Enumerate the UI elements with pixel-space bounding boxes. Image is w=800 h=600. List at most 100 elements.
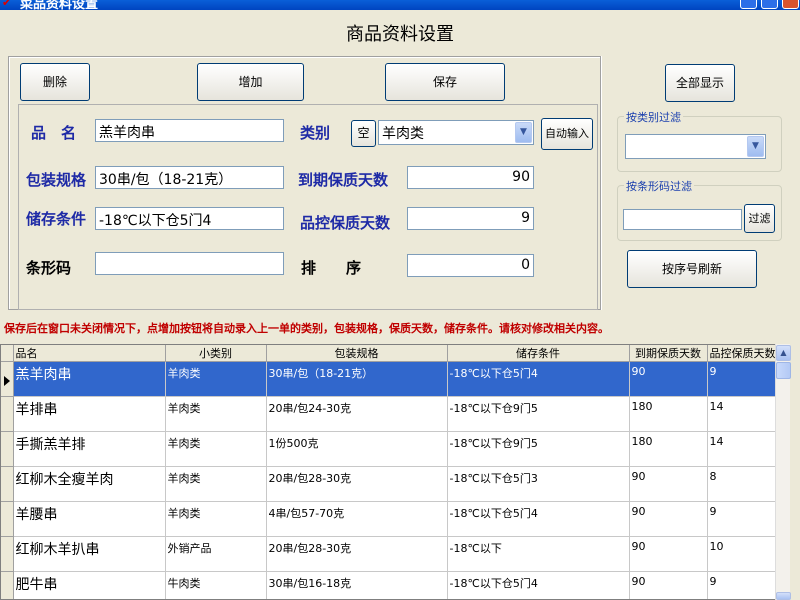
storage-field[interactable]: -18℃以下仓5门4 <box>95 207 284 230</box>
cell-storage[interactable]: -18℃以下仓5门4 <box>447 501 630 537</box>
cell-package[interactable]: 1份500克 <box>266 431 448 467</box>
chevron-down-icon[interactable]: ▼ <box>515 122 532 143</box>
cell-expiry[interactable]: 180 <box>629 431 708 467</box>
expiry-days-field[interactable]: 90 <box>407 166 534 189</box>
cell-qc[interactable]: 8 <box>707 466 779 502</box>
table-row[interactable]: 手撕羔羊排 羊肉类 1份500克 -18℃以下仓9门5 180 14 <box>1 431 779 467</box>
cell-storage[interactable]: -18℃以下仓5门4 <box>447 361 630 397</box>
column-header-name[interactable]: 品名 <box>13 345 166 362</box>
table-row[interactable]: 红柳木羊扒串 外销产品 20串/包28-30克 -18℃以下 90 10 <box>1 536 779 572</box>
cell-storage[interactable]: -18℃以下仓9门5 <box>447 396 630 432</box>
cell-storage[interactable]: -18℃以下仓5门4 <box>447 571 630 599</box>
cell-expiry[interactable]: 90 <box>629 571 708 599</box>
cell-package[interactable]: 30串/包（18-21克） <box>266 361 448 397</box>
form-title: 商品资料设置 <box>346 24 454 45</box>
row-selector[interactable] <box>1 396 14 432</box>
cell-category[interactable]: 羊肉类 <box>165 501 267 537</box>
current-row-arrow-icon <box>4 376 10 386</box>
sort-field[interactable]: 0 <box>407 254 534 277</box>
close-button[interactable] <box>782 0 799 9</box>
add-button[interactable]: 增加 <box>197 63 304 101</box>
auto-input-button[interactable]: 自动输入 <box>541 118 593 150</box>
row-selector[interactable] <box>1 571 14 599</box>
cell-category[interactable]: 羊肉类 <box>165 361 267 397</box>
cell-name[interactable]: 手撕羔羊排 <box>13 431 166 467</box>
cell-name[interactable]: 红柳木羊扒串 <box>13 536 166 572</box>
grid-vertical-scrollbar[interactable]: ▲ <box>775 344 791 600</box>
cell-name[interactable]: 肥牛串 <box>13 571 166 599</box>
row-selector[interactable] <box>1 466 14 502</box>
category-clear-button[interactable]: 空 <box>351 120 376 147</box>
cell-storage[interactable]: -18℃以下 <box>447 536 630 572</box>
row-selector[interactable] <box>1 536 14 572</box>
cell-qc[interactable]: 14 <box>707 431 779 467</box>
table-row[interactable]: 红柳木全瘦羊肉 羊肉类 20串/包28-30克 -18℃以下仓5门3 90 8 <box>1 466 779 502</box>
cell-qc[interactable]: 9 <box>707 501 779 537</box>
cell-name[interactable]: 羊排串 <box>13 396 166 432</box>
expiry-days-label: 到期保质天数 <box>298 171 389 189</box>
cell-package[interactable]: 20串/包28-30克 <box>266 466 448 502</box>
table-row[interactable]: 羊腰串 羊肉类 4串/包57-70克 -18℃以下仓5门4 90 9 <box>1 501 779 537</box>
minimize-button[interactable] <box>740 0 757 9</box>
cell-package[interactable]: 4串/包57-70克 <box>266 501 448 537</box>
cell-expiry[interactable]: 90 <box>629 361 708 397</box>
cell-expiry[interactable]: 180 <box>629 396 708 432</box>
qc-days-field[interactable]: 9 <box>407 207 534 230</box>
data-grid[interactable]: 品名 小类别 包装规格 储存条件 到期保质天数 品控保质天数 羔羊肉串 羊肉类 … <box>0 344 790 600</box>
row-selector[interactable] <box>1 361 14 397</box>
filter-barcode-legend: 按条形码过滤 <box>624 178 694 194</box>
table-row[interactable]: 羊排串 羊肉类 20串/包24-30克 -18℃以下仓9门5 180 14 <box>1 396 779 432</box>
scroll-thumb[interactable] <box>776 362 791 379</box>
filter-barcode-field[interactable] <box>623 209 742 230</box>
cell-category[interactable]: 羊肉类 <box>165 396 267 432</box>
cell-category[interactable]: 羊肉类 <box>165 431 267 467</box>
maximize-button[interactable] <box>761 0 778 9</box>
cell-qc[interactable]: 9 <box>707 571 779 599</box>
row-selector[interactable] <box>1 431 14 467</box>
chevron-down-icon[interactable]: ▼ <box>747 136 764 157</box>
filter-category-select[interactable]: ▼ <box>625 134 766 159</box>
cell-expiry[interactable]: 90 <box>629 501 708 537</box>
column-header-expiry[interactable]: 到期保质天数 <box>629 345 708 362</box>
table-row[interactable]: 肥牛串 牛肉类 30串/包16-18克 -18℃以下仓5门4 90 9 <box>1 571 779 599</box>
name-field[interactable]: 羔羊肉串 <box>95 119 284 142</box>
table-row[interactable]: 羔羊肉串 羊肉类 30串/包（18-21克） -18℃以下仓5门4 90 9 <box>1 361 779 397</box>
refresh-by-order-button[interactable]: 按序号刷新 <box>627 250 757 288</box>
column-header-qc[interactable]: 品控保质天数 <box>707 345 779 362</box>
cell-package[interactable]: 20串/包28-30克 <box>266 536 448 572</box>
column-header-category[interactable]: 小类别 <box>165 345 267 362</box>
cell-qc[interactable]: 9 <box>707 361 779 397</box>
show-all-button[interactable]: 全部显示 <box>665 64 735 102</box>
qc-days-label: 品控保质天数 <box>300 214 391 232</box>
save-button[interactable]: 保存 <box>385 63 505 101</box>
cell-category[interactable]: 外销产品 <box>165 536 267 572</box>
storage-label: 储存条件 <box>26 210 87 228</box>
cell-storage[interactable]: -18℃以下仓5门3 <box>447 466 630 502</box>
scroll-up-arrow-icon[interactable]: ▲ <box>776 345 791 361</box>
filter-button[interactable]: 过滤 <box>744 204 775 233</box>
row-selector[interactable] <box>1 501 14 537</box>
column-header-package[interactable]: 包装规格 <box>266 345 448 362</box>
package-field[interactable]: 30串/包（18-21克） <box>95 166 284 189</box>
column-header-storage[interactable]: 储存条件 <box>447 345 630 362</box>
cell-expiry[interactable]: 90 <box>629 536 708 572</box>
category-select[interactable]: 羊肉类 ▼ <box>378 120 534 145</box>
cell-category[interactable]: 羊肉类 <box>165 466 267 502</box>
cell-name[interactable]: 羊腰串 <box>13 501 166 537</box>
barcode-label: 条形码 <box>26 259 72 277</box>
cell-package[interactable]: 30串/包16-18克 <box>266 571 448 599</box>
cell-package[interactable]: 20串/包24-30克 <box>266 396 448 432</box>
cell-name[interactable]: 红柳木全瘦羊肉 <box>13 466 166 502</box>
barcode-field[interactable] <box>95 252 284 275</box>
cell-storage[interactable]: -18℃以下仓9门5 <box>447 431 630 467</box>
delete-button[interactable]: 删除 <box>20 63 90 101</box>
cell-qc[interactable]: 14 <box>707 396 779 432</box>
cell-expiry[interactable]: 90 <box>629 466 708 502</box>
scroll-down-arrow-icon[interactable] <box>776 592 791 600</box>
cell-category[interactable]: 牛肉类 <box>165 571 267 599</box>
category-label: 类别 <box>300 124 331 142</box>
cell-name[interactable]: 羔羊肉串 <box>13 361 166 397</box>
cell-qc[interactable]: 10 <box>707 536 779 572</box>
panel-divider <box>600 56 602 310</box>
filter-category-legend: 按类别过滤 <box>624 109 683 125</box>
